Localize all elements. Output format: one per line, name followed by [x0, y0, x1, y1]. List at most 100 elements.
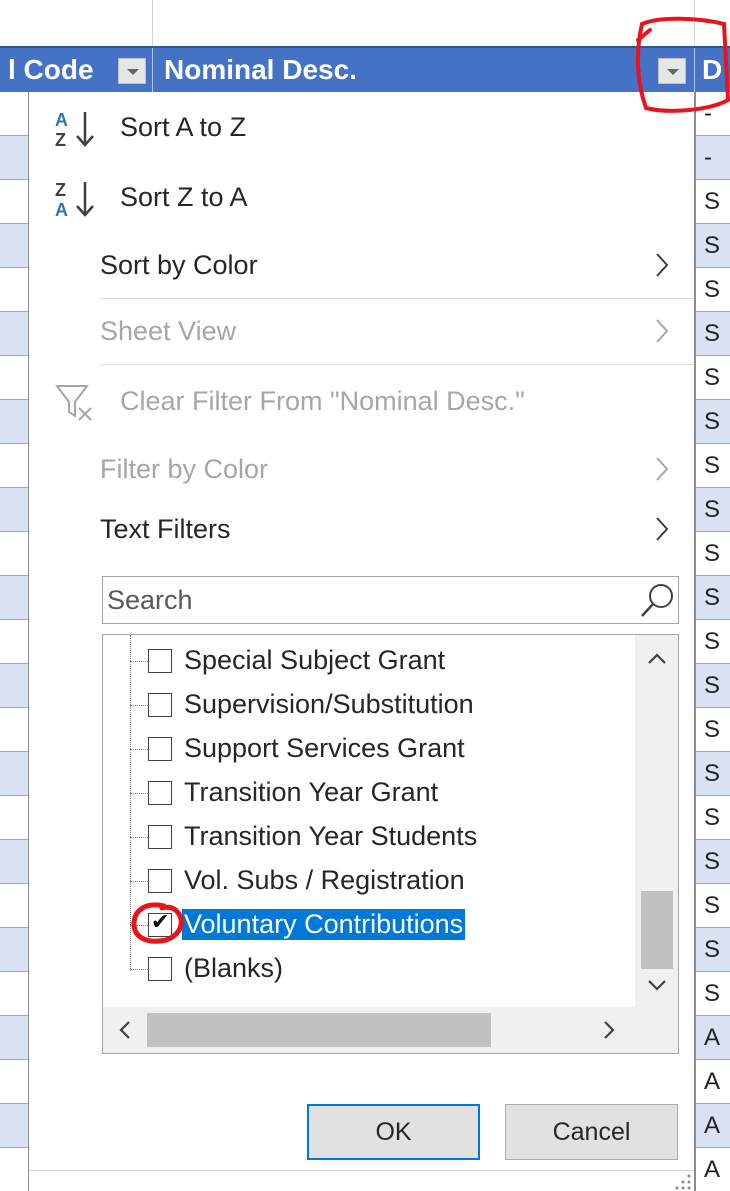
text-filters-label: Text Filters [100, 514, 231, 544]
menu-item-text-filters[interactable]: Text Filters [29, 506, 694, 556]
vertical-scroll-thumb[interactable] [641, 891, 673, 969]
svg-text:Z: Z [55, 130, 66, 150]
horizontal-scroll-thumb[interactable] [147, 1013, 491, 1047]
sheet-cell-fragment: - [704, 100, 712, 127]
horizontal-scrollbar[interactable] [103, 1007, 635, 1053]
sheet-cell-fragment: A [704, 1024, 721, 1051]
sheet-cell-fragment: A [704, 1156, 721, 1183]
scroll-right-arrow-icon[interactable] [597, 1018, 621, 1042]
sheet-cell-fragment: - [704, 144, 712, 171]
filter-item-checkbox[interactable] [148, 825, 172, 849]
filter-list-item[interactable]: Support Services Grant [130, 727, 650, 771]
menu-separator [100, 364, 694, 365]
sheet-cell-fragment: S [704, 628, 721, 655]
clear-filter-icon [55, 385, 92, 421]
search-input[interactable] [107, 581, 627, 619]
sheet-cell-fragment: S [704, 232, 721, 259]
column-header-nominal-desc: Nominal Desc. [164, 54, 357, 85]
search-field[interactable] [102, 576, 679, 624]
menu-item-sort-by-color[interactable]: Sort by Color [29, 242, 694, 292]
tree-branch-line [130, 793, 148, 794]
filter-item-checkbox[interactable] [148, 781, 172, 805]
scrollbar-corner [635, 1007, 678, 1053]
filter-item-checkbox[interactable] [148, 957, 172, 981]
scroll-down-arrow-icon[interactable] [645, 973, 669, 997]
tree-branch-line [130, 705, 148, 706]
menu-separator [100, 298, 694, 299]
scroll-up-arrow-icon[interactable] [645, 647, 669, 671]
filter-list-item[interactable]: Supervision/Substitution [130, 683, 650, 727]
sheet-cell-fragment: A [704, 1112, 721, 1139]
filter-item-label: Transition Year Grant [184, 777, 439, 807]
filter-item-checkbox[interactable] [148, 693, 172, 717]
filter-list-item[interactable]: Vol. Subs / Registration [130, 859, 650, 903]
sheet-cell-fragment: S [704, 804, 721, 831]
tree-branch-line [130, 661, 148, 662]
sheet-view-label: Sheet View [100, 316, 237, 346]
menu-item-sheet-view: Sheet View [29, 308, 694, 358]
sheet-cell-fragment: S [704, 760, 721, 787]
menu-item-filter-by-color: Filter by Color [29, 446, 694, 496]
svg-text:A: A [55, 200, 68, 220]
sort-descending-icon: Z A [55, 180, 94, 220]
filter-list-item[interactable]: (Blanks) [130, 947, 650, 991]
sheet-cell-fragment: A [704, 1068, 721, 1095]
scroll-left-arrow-icon[interactable] [113, 1018, 137, 1042]
search-icon [641, 584, 673, 617]
column-divider [694, 92, 696, 1191]
chevron-right-icon [656, 457, 669, 481]
tree-branch-line [130, 969, 148, 970]
sheet-cell-fragment: S [704, 936, 721, 963]
svg-text:Z: Z [55, 180, 66, 200]
filter-list-item[interactable]: Transition Year Students [130, 815, 650, 859]
filter-item-checkbox[interactable]: ✔ [148, 910, 172, 937]
filter-list-item[interactable]: ✔ Voluntary Contributions [130, 903, 650, 947]
filter-list-item[interactable]: Special Subject Grant [130, 639, 650, 683]
sort-z-to-a-label: Sort Z to A [120, 182, 248, 212]
tree-branch-line [130, 881, 148, 882]
tree-branch-line [130, 925, 148, 926]
sheet-top-strip [0, 0, 730, 46]
nominal-desc-filter-dropdown-button[interactable] [658, 58, 686, 84]
ok-button[interactable]: OK [307, 1104, 480, 1160]
sheet-cell-fragment: S [704, 452, 721, 479]
menu-item-sort-a-to-z[interactable]: A Z Sort A to Z [29, 104, 694, 154]
filter-item-label: (Blanks) [184, 953, 284, 983]
sheet-cell-fragment: S [704, 980, 721, 1007]
resize-grip-icon[interactable] [669, 1172, 693, 1190]
filter-item-label: Voluntary Contributions [182, 909, 466, 940]
filter-item-label: Special Subject Grant [184, 645, 446, 675]
sheet-cell-fragment: S [704, 584, 721, 611]
menu-footer-divider [29, 1170, 694, 1171]
chevron-down-icon [667, 69, 679, 75]
menu-item-sort-z-to-a[interactable]: Z A Sort Z to A [29, 174, 694, 224]
sheet-cell-fragment: S [704, 716, 721, 743]
filter-by-color-label: Filter by Color [100, 454, 269, 484]
sheet-cell-fragment: S [704, 364, 721, 391]
svg-text:A: A [55, 110, 68, 130]
autofilter-dropdown-menu: A Z Sort A to Z Z A Sort Z to A Sort by … [29, 92, 694, 1191]
filter-item-label: Support Services Grant [184, 733, 465, 763]
sheet-cell-fragment: S [704, 408, 721, 435]
cancel-button[interactable]: Cancel [505, 1104, 678, 1160]
sheet-cell-fragment: S [704, 320, 721, 347]
filter-item-checkbox[interactable] [148, 649, 172, 673]
filter-item-checkbox[interactable] [148, 869, 172, 893]
filter-list-item[interactable]: Transition Year Grant [130, 771, 650, 815]
code-filter-dropdown-button[interactable] [118, 58, 146, 84]
tree-branch-line [130, 749, 148, 750]
sheet-cell-fragment: S [704, 540, 721, 567]
checkmark-icon: ✔ [151, 910, 170, 935]
tree-branch-line [130, 837, 148, 838]
sheet-cell-fragment: S [704, 496, 721, 523]
vertical-scrollbar[interactable] [635, 635, 678, 1007]
filter-values-list[interactable]: Special Subject Grant Supervision/Substit… [102, 634, 679, 1054]
sheet-cell-fragment: S [704, 188, 721, 215]
sheet-cell-fragment: S [704, 848, 721, 875]
filter-item-label: Transition Year Students [184, 821, 478, 851]
filter-item-label: Vol. Subs / Registration [184, 865, 465, 895]
sort-by-color-label: Sort by Color [100, 250, 258, 280]
sort-a-to-z-label: Sort A to Z [120, 112, 247, 142]
filter-item-checkbox[interactable] [148, 737, 172, 761]
table-header-row: l Code Nominal Desc. D [0, 46, 730, 94]
